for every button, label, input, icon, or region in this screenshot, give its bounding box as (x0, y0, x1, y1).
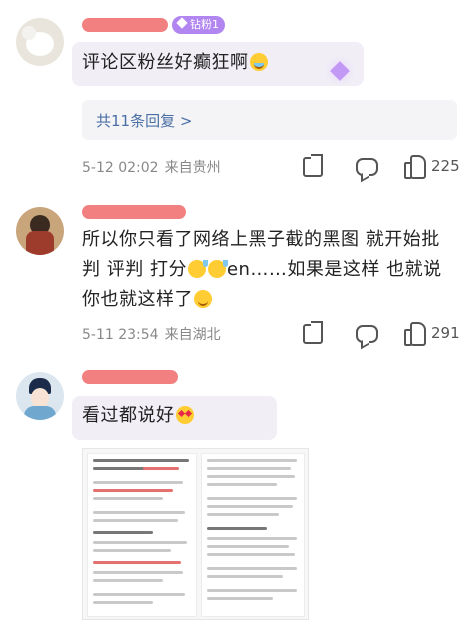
view-replies-link[interactable]: 共11条回复 > (96, 110, 192, 131)
comment-meta: 5-12 02:02 来自贵州 (82, 157, 221, 177)
like-icon[interactable] (404, 322, 426, 346)
sweat-emoji-icon (207, 260, 228, 278)
comment-image[interactable] (82, 448, 309, 620)
heart-eyes-emoji-icon (175, 406, 194, 424)
avatar[interactable] (16, 18, 64, 66)
comment-text-body: 看过都说好 (82, 405, 175, 426)
comment-text-body: 评论区粉丝好癫狂啊 (82, 52, 249, 73)
share-icon[interactable] (303, 154, 323, 177)
avatar[interactable] (16, 207, 64, 255)
redacted-username[interactable] (82, 205, 186, 219)
comment-time: 5-11 23:54 (82, 327, 159, 343)
comment-icon[interactable] (356, 325, 378, 343)
comment-time: 5-12 02:02 (82, 160, 159, 176)
fan-badge-label: 钻粉1 (190, 18, 219, 31)
smile-emoji-icon (194, 290, 212, 308)
comment-text: 所以你只看了网络上黑子截的黑图 就开始批判 评判 打分 en……如果是这样 也就说… (82, 225, 457, 315)
sweat-emoji-icon (187, 260, 208, 278)
comment-location: 来自贵州 (164, 160, 221, 176)
comment-2: 所以你只看了网络上黑子截的黑图 就开始批判 评判 打分 en……如果是这样 也就说… (0, 195, 475, 360)
redacted-username[interactable] (82, 18, 168, 32)
avatar[interactable] (16, 372, 64, 420)
diamond-icon (176, 17, 188, 29)
comment-meta: 5-11 23:54 来自湖北 (82, 324, 221, 344)
redacted-username[interactable] (82, 370, 178, 384)
comment-1: 钻粉1 评论区粉丝好癫狂啊 共11条回复 > 5-12 02:02 来自贵州 22… (0, 0, 475, 195)
comment-icon[interactable] (356, 158, 378, 176)
sweat-smile-emoji-icon (249, 53, 268, 71)
reply-box[interactable]: 共11条回复 > (82, 100, 457, 140)
comment-text: 评论区粉丝好癫狂啊 (82, 48, 457, 78)
fan-badge[interactable]: 钻粉1 (172, 16, 225, 34)
like-icon[interactable] (404, 155, 426, 179)
like-count: 225 (431, 157, 460, 175)
comment-text: 看过都说好 (82, 401, 457, 431)
comment-location: 来自湖北 (164, 327, 221, 343)
like-count: 291 (431, 324, 460, 342)
share-icon[interactable] (303, 321, 323, 344)
